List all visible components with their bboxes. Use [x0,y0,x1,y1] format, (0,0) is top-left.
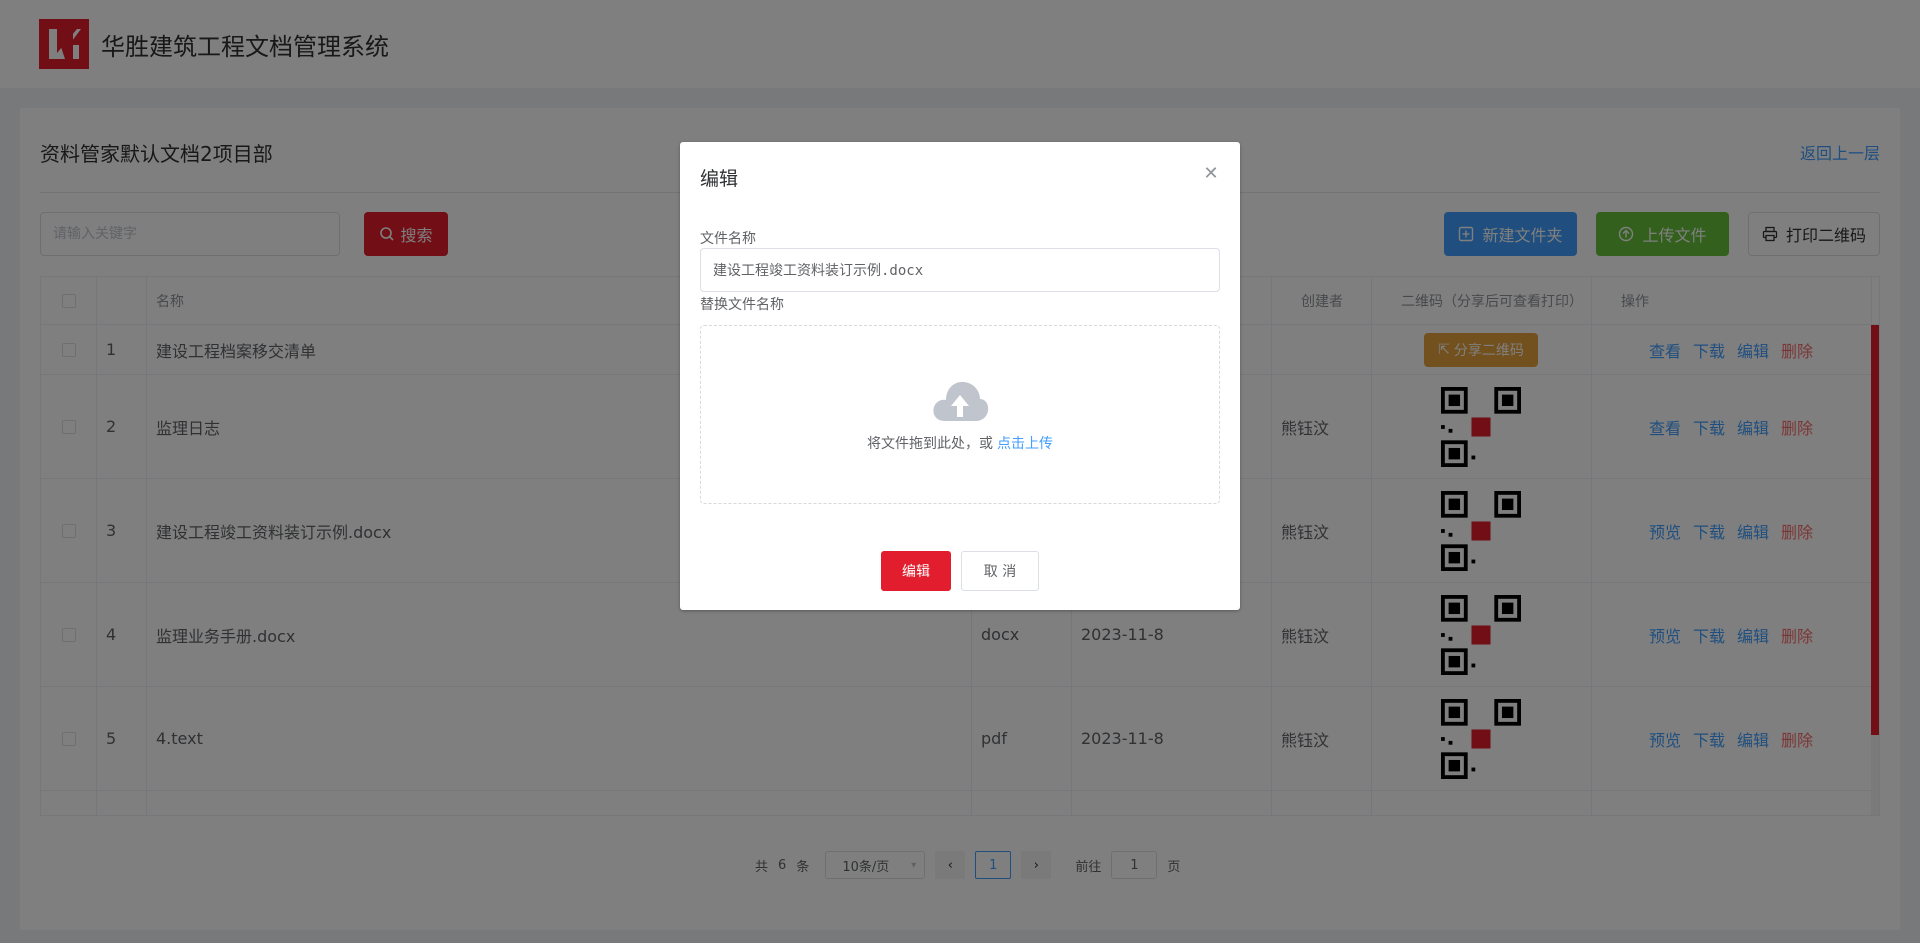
replace-file-label: 替换文件名称 [700,297,784,313]
file-name-input[interactable] [700,248,1220,292]
upload-cloud-icon [933,381,989,421]
bottom-strip [0,943,1920,947]
cancel-button[interactable]: 取 消 [961,551,1039,591]
click-upload-link[interactable]: 点击上传 [997,436,1053,452]
upload-hint-text: 将文件拖到此处，或 点击上传 [867,433,1053,453]
edit-dialog: 编辑 ✕ 文件名称 替换文件名称 将文件拖到此处，或点击上传 编辑 取 消 [680,142,1240,610]
upload-dropzone[interactable]: 将文件拖到此处，或 点击上传 [700,325,1220,504]
close-icon[interactable]: ✕ [1200,162,1222,184]
file-name-label: 文件名称 [700,231,756,247]
confirm-edit-button[interactable]: 编辑 [881,551,951,591]
dialog-title: 编辑 [700,168,739,190]
upload-hint: 将文件拖到此处，或 [867,435,993,452]
